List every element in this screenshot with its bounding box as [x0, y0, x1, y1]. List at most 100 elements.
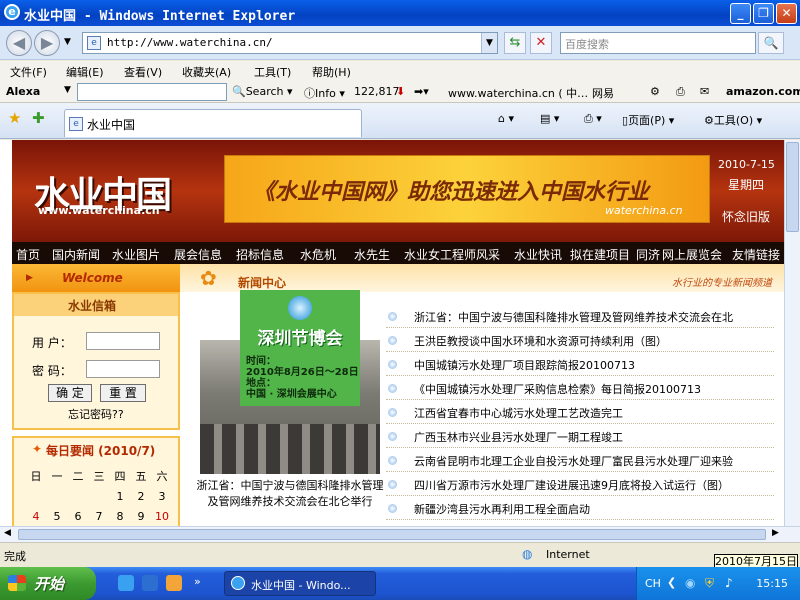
menu-view[interactable]: 查看(V) — [124, 64, 162, 80]
alexa-tool-icon[interactable]: ⚙ — [650, 85, 660, 98]
login-button[interactable]: 确 定 — [48, 384, 92, 402]
cal-day-8[interactable]: 8 — [110, 510, 130, 523]
expo-promo[interactable]: 深圳节博会 时间： 2010年8月26日～28日 地点： 中国 · 深圳会展中心 — [240, 290, 360, 406]
tools-menu[interactable]: ⚙工具(O) ▾ — [704, 112, 762, 128]
forward-button[interactable]: ▶ — [34, 30, 60, 56]
horizontal-scrollbar[interactable]: ◀ ▶ — [0, 526, 800, 542]
nav-photos[interactable]: 水业图片 — [112, 246, 160, 263]
nav-online-expo[interactable]: 网上展览会 — [662, 246, 722, 263]
nav-women-engineers[interactable]: 水业女工程师风采 — [404, 246, 500, 263]
network-icon[interactable]: ◉ — [685, 576, 695, 590]
menu-tools[interactable]: 工具(T) — [254, 64, 291, 80]
scroll-left-icon[interactable]: ◀ — [4, 528, 11, 538]
cal-day-10[interactable]: 10 — [152, 510, 172, 523]
cal-day-5[interactable]: 5 — [47, 510, 67, 523]
news-item[interactable]: 广西玉林市兴业县污水处理厂一期工程竣工 — [386, 424, 774, 448]
menu-edit[interactable]: 编辑(E) — [66, 64, 104, 80]
search-button[interactable]: 🔍 — [758, 32, 784, 54]
ime-indicator[interactable]: CH — [645, 577, 661, 590]
history-dropdown-icon[interactable]: ▼ — [64, 37, 71, 47]
news-title[interactable]: 《中国城镇污水处理厂采购信息检索》每日简报20100713 — [414, 381, 701, 397]
news-item[interactable]: 江西省宜春市中心城污水处理工艺改造完工 — [386, 400, 774, 424]
amazon-link[interactable]: amazon.com — [726, 85, 800, 98]
alexa-site[interactable]: www.waterchina.cn ( 中… — [448, 85, 588, 101]
news-item[interactable]: 王洪臣教授谈中国水环境和水资源可持续利用（图） — [386, 328, 774, 352]
close-button[interactable]: ✕ — [776, 3, 797, 24]
alexa-info-button[interactable]: ⓘInfo ▾ — [304, 85, 345, 101]
nav-domestic-news[interactable]: 国内新闻 — [52, 246, 100, 263]
username-field[interactable] — [86, 332, 160, 350]
news-title[interactable]: 江西省宜春市中心城污水处理工艺改造完工 — [414, 405, 623, 421]
nav-water-crisis[interactable]: 水危机 — [300, 246, 336, 263]
cal-day-2[interactable]: 2 — [131, 490, 151, 503]
volume-icon[interactable]: ♪ — [725, 576, 733, 590]
wangyi-link[interactable]: 网易 — [592, 85, 614, 101]
news-title[interactable]: 浙江省：中国宁波与德国科隆排水管理及管网维养技术交流会在北 — [414, 309, 733, 325]
news-item[interactable]: 中国城镇污水处理厂项目跟踪简报20100713 — [386, 352, 774, 376]
page-menu[interactable]: ▯页面(P) ▾ — [622, 112, 674, 128]
taskbar-item-ie[interactable]: 水业中国 - Windo... — [224, 571, 376, 596]
old-version-link[interactable]: 怀念旧版 — [722, 208, 770, 225]
forgot-password-link[interactable]: 忘记密码?? — [68, 406, 124, 422]
stop-button[interactable]: ✕ — [530, 32, 552, 54]
alexa-search-input[interactable] — [77, 83, 227, 101]
address-field[interactable]: e http://www.waterchina.cn/ ▼ — [82, 32, 498, 54]
news-item[interactable]: 四川省万源市污水处理厂建设进展迅速9月底将投入试运行（图） — [386, 472, 774, 496]
vertical-scrollbar[interactable] — [784, 140, 800, 526]
alexa-search-button[interactable]: 🔍Search ▾ — [232, 85, 293, 98]
nav-flash[interactable]: 水业快讯 — [514, 246, 562, 263]
news-item[interactable]: 新疆沙湾县污水再利用工程全面启动 — [386, 496, 774, 520]
media-quicklaunch-icon[interactable] — [166, 575, 182, 591]
vertical-scroll-thumb[interactable] — [786, 142, 799, 232]
address-dropdown-icon[interactable]: ▼ — [481, 33, 497, 53]
favorites-star-icon[interactable]: ★ — [8, 109, 21, 127]
quicklaunch-expand-icon[interactable]: » — [194, 575, 201, 588]
cal-day-7[interactable]: 7 — [89, 510, 109, 523]
alexa-rank[interactable]: 122,817 — [354, 85, 400, 98]
print-icon[interactable]: ⎙ ▾ — [584, 112, 602, 126]
tab-waterchina[interactable]: e 水业中国 — [64, 109, 362, 137]
menu-file[interactable]: 文件(F) — [10, 64, 47, 80]
reset-button[interactable]: 重 置 — [100, 384, 146, 402]
nav-exhibitions[interactable]: 展会信息 — [174, 246, 222, 263]
news-title[interactable]: 广西玉林市兴业县污水处理厂一期工程竣工 — [414, 429, 623, 445]
search-input[interactable]: 百度搜索 — [560, 32, 756, 54]
nav-mr-water[interactable]: 水先生 — [354, 246, 390, 263]
news-item[interactable]: 云南省昆明市北理工企业自投污水处理厂富民县污水处理厂迎来验 — [386, 448, 774, 472]
nav-home[interactable]: 首页 — [16, 246, 40, 263]
alexa-dropdown-icon[interactable]: ▼ — [64, 85, 71, 95]
cal-day-9[interactable]: 9 — [131, 510, 151, 523]
news-title[interactable]: 王洪臣教授谈中国水环境和水资源可持续利用（图） — [414, 333, 667, 349]
maximize-button[interactable]: ❐ — [753, 3, 774, 24]
nav-tongji[interactable]: 同济 — [636, 246, 660, 263]
ie-quicklaunch-icon[interactable] — [118, 575, 134, 591]
password-field[interactable] — [86, 360, 160, 378]
horizontal-scroll-thumb[interactable] — [18, 529, 766, 540]
refresh-button[interactable]: ⇆ — [504, 32, 526, 54]
start-button[interactable]: 开始 — [0, 567, 96, 600]
news-item[interactable]: 浙江省：中国宁波与德国科隆排水管理及管网维养技术交流会在北 — [386, 304, 774, 328]
photo-caption[interactable]: 浙江省：中国宁波与德国科隆排水管理及管网维养技术交流会在北仑举行 — [196, 478, 384, 510]
news-title[interactable]: 四川省万源市污水处理厂建设进展迅速9月底将投入试运行（图） — [414, 477, 729, 493]
security-shield-icon[interactable]: ⛨ — [705, 576, 714, 591]
feeds-icon[interactable]: ▤ ▾ — [540, 112, 559, 125]
news-title[interactable]: 云南省昆明市北理工企业自投污水处理厂富民县污水处理厂迎来验 — [414, 453, 733, 469]
title-bar[interactable]: e 水业中国 - Windows Internet Explorer _ ❐ ✕ — [0, 0, 800, 26]
cal-day-3[interactable]: 3 — [152, 490, 172, 503]
nav-links[interactable]: 友情链接 — [732, 246, 780, 263]
related-icon[interactable]: ➡▾ — [414, 85, 429, 98]
menu-help[interactable]: 帮助(H) — [312, 64, 351, 80]
desktop-quicklaunch-icon[interactable] — [142, 575, 158, 591]
home-icon[interactable]: ⌂ ▾ — [498, 112, 514, 125]
minimize-button[interactable]: _ — [730, 3, 751, 24]
alexa-mail-icon[interactable]: ✉ — [700, 85, 709, 98]
nav-projects[interactable]: 拟在建项目 — [570, 246, 630, 263]
clock[interactable]: 15:15 — [756, 577, 788, 590]
news-title[interactable]: 中国城镇污水处理厂项目跟踪简报20100713 — [414, 357, 635, 373]
scroll-right-icon[interactable]: ▶ — [772, 528, 779, 538]
cal-day-6[interactable]: 6 — [68, 510, 88, 523]
news-title[interactable]: 新疆沙湾县污水再利用工程全面启动 — [414, 501, 590, 517]
add-favorites-icon[interactable]: ✚ — [32, 109, 45, 127]
news-item[interactable]: 《中国城镇污水处理厂采购信息检索》每日简报20100713 — [386, 376, 774, 400]
tray-expand-icon[interactable]: ❮ — [667, 576, 676, 589]
